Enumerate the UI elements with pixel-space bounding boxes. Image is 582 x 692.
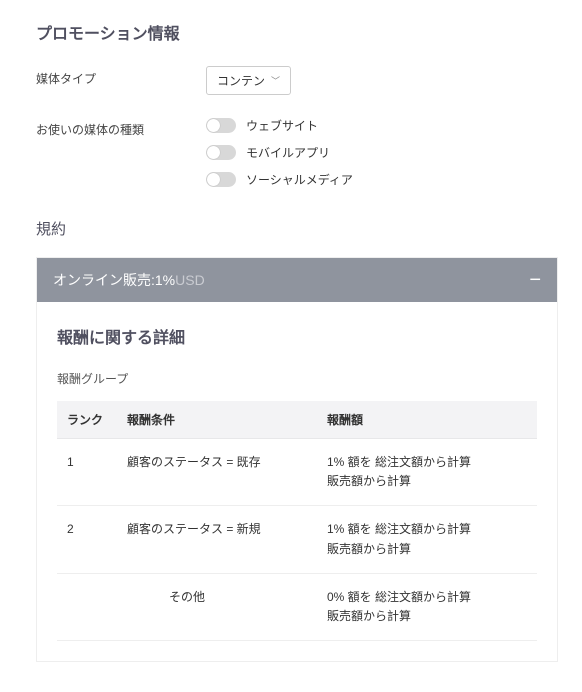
accordion-prefix: オンライン販売: — [53, 272, 155, 288]
cell-amount-other: 0% 額を 総注文額から計算販売額から計算 — [317, 573, 537, 640]
promotion-section: プロモーション情報 媒体タイプ コンテン ﹀ お使いの媒体の種類 ウェブサイト … — [36, 20, 558, 188]
media-type-row: 媒体タイプ コンテン ﹀ — [36, 66, 558, 95]
chevron-down-icon: ﹀ — [271, 74, 280, 87]
media-kind-row: お使いの媒体の種類 ウェブサイト モバイルアプリ ソーシャルメディア — [36, 117, 558, 188]
promotion-title: プロモーション情報 — [36, 20, 558, 44]
toggle-social[interactable] — [206, 172, 236, 187]
cell-condition: 顧客のステータス = 既存 — [117, 439, 317, 506]
col-amount: 報酬額 — [317, 401, 537, 439]
table-row: 1 顧客のステータス = 既存 1% 額を 総注文額から計算販売額から計算 — [57, 439, 537, 506]
toggle-item-mobile: モバイルアプリ — [206, 144, 558, 161]
cell-amount: 1% 額を 総注文額から計算販売額から計算 — [317, 439, 537, 506]
cell-rank: 2 — [57, 506, 117, 573]
accordion-rate: 1% — [155, 272, 175, 288]
toggle-label-website: ウェブサイト — [246, 117, 318, 134]
toggle-list: ウェブサイト モバイルアプリ ソーシャルメディア — [206, 117, 558, 188]
cell-rank: 1 — [57, 439, 117, 506]
collapse-icon[interactable]: − — [529, 270, 541, 290]
col-condition: 報酬条件 — [117, 401, 317, 439]
terms-section: 規約 オンライン販売:1%USD − 報酬に関する詳細 報酬グループ ランク 報… — [36, 218, 558, 662]
media-type-value: コンテン — [217, 72, 265, 89]
cell-amount: 1% 額を 総注文額から計算販売額から計算 — [317, 506, 537, 573]
toggle-website[interactable] — [206, 118, 236, 133]
toggle-mobile[interactable] — [206, 145, 236, 160]
accordion-body: 報酬に関する詳細 報酬グループ ランク 報酬条件 報酬額 1 顧客のステータス … — [37, 302, 557, 661]
terms-title: 規約 — [36, 218, 558, 239]
table-header-row: ランク 報酬条件 報酬額 — [57, 401, 537, 439]
toggle-item-website: ウェブサイト — [206, 117, 558, 134]
toggle-item-social: ソーシャルメディア — [206, 171, 558, 188]
accordion-header-text: オンライン販売:1%USD — [53, 270, 205, 290]
col-rank: ランク — [57, 401, 117, 439]
detail-title: 報酬に関する詳細 — [57, 324, 537, 348]
media-type-label: 媒体タイプ — [36, 66, 206, 87]
accordion-header[interactable]: オンライン販売:1%USD − — [37, 258, 557, 302]
commission-accordion: オンライン販売:1%USD − 報酬に関する詳細 報酬グループ ランク 報酬条件… — [36, 257, 558, 662]
group-label: 報酬グループ — [57, 370, 537, 387]
toggle-label-social: ソーシャルメディア — [246, 171, 353, 188]
media-type-select[interactable]: コンテン ﹀ — [206, 66, 291, 95]
cell-condition-other: その他 — [57, 573, 317, 640]
media-kind-label: お使いの媒体の種類 — [36, 117, 206, 138]
commission-table: ランク 報酬条件 報酬額 1 顧客のステータス = 既存 1% 額を 総注文額か… — [57, 401, 537, 641]
toggle-label-mobile: モバイルアプリ — [246, 144, 330, 161]
accordion-currency: USD — [175, 272, 205, 288]
table-row: 2 顧客のステータス = 新規 1% 額を 総注文額から計算販売額から計算 — [57, 506, 537, 573]
table-row-other: その他 0% 額を 総注文額から計算販売額から計算 — [57, 573, 537, 640]
cell-condition: 顧客のステータス = 新規 — [117, 506, 317, 573]
